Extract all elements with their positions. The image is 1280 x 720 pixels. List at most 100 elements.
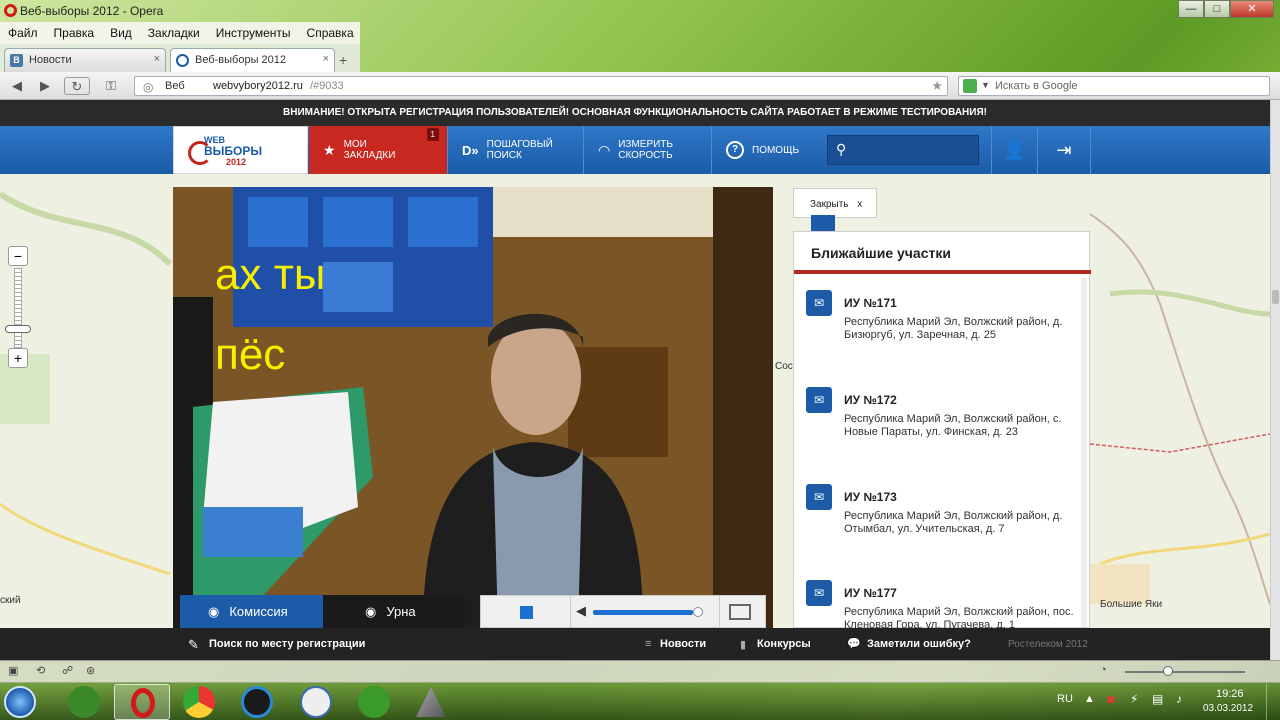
show-desktop-button[interactable] [1266,683,1280,720]
speed-test-button[interactable]: ◠ ИЗМЕРИТЬ СКОРОСТЬ [583,126,711,174]
language-indicator[interactable]: RU [1057,693,1073,705]
clock-date[interactable]: 03.03.2012 [1203,703,1253,714]
menu-file[interactable]: Файл [0,26,46,40]
tab-news[interactable]: B Новости × [4,48,166,72]
panel-title-underline [794,270,1091,274]
new-tab-icon[interactable]: + [339,52,347,68]
start-button-icon[interactable] [4,686,36,718]
view-icon[interactable]: ◔ [1100,664,1107,676]
web-page: ский Большие Яки Сос − + ВНИМАНИЕ! ОТКРЫ… [0,100,1270,660]
close-panel-button[interactable]: Закрыть x [793,188,877,218]
caption-line-2: пёс [215,330,286,379]
url-text: webvybory2012.ru [213,80,303,92]
close-icon: x [857,199,863,210]
camera-video[interactable]: ах ты пёс ◉ Комиссия ◉ Урна ◀ [173,187,773,628]
site-search-input[interactable]: ⚲ [827,135,979,165]
address-mode: Веб [165,80,185,92]
news-link[interactable]: Новости [660,638,706,650]
volume-icon[interactable]: ♪ [1176,692,1182,706]
browser-statusbar: ▣ ⟲ ☍ ⊛ ◔ [0,660,1280,682]
forward-icon[interactable]: ▶ [32,77,58,95]
zoom-slider-track[interactable] [14,268,22,348]
url-hash: /#9033 [310,80,344,92]
zoom-in-button[interactable]: + [8,348,28,368]
volume-icon[interactable]: ◀ [576,603,586,619]
opera-taskbar-button[interactable] [114,684,170,720]
football-app-icon[interactable] [68,686,100,718]
page-zoom-slider[interactable] [1125,671,1245,673]
nearby-stations-panel: Ближайшие участки ✉ ИУ №171 Республика М… [793,231,1091,628]
minimize-button[interactable]: — [1178,0,1204,18]
page-zoom-handle[interactable] [1163,666,1173,676]
volume-handle[interactable] [693,607,703,617]
report-error-link[interactable]: Заметили ошибку? [867,638,971,650]
logout-icon[interactable]: ⇥ [1037,126,1091,174]
back-icon[interactable]: ◀ [4,77,30,95]
chevron-up-icon[interactable]: ▲ [1084,693,1095,705]
close-tab-icon[interactable]: × [154,53,160,65]
chrome-icon[interactable] [183,686,215,718]
fullscreen-icon[interactable] [729,604,751,620]
app-icon[interactable] [241,686,273,718]
page-scrollbar[interactable] [1270,100,1280,660]
bookmarks-count-badge: 1 [426,128,439,141]
volume-slider[interactable] [593,610,693,615]
search-field[interactable]: ▼ Искать в Google [958,76,1270,96]
menu-tools[interactable]: Инструменты [208,26,299,40]
window-titlebar: Веб-выборы 2012 - Opera — □ ✕ [0,0,1280,22]
help-button[interactable]: ? ПОМОЩЬ [711,126,815,174]
sync-icon[interactable]: ⟲ [36,664,45,677]
pencil-icon: ✎ [188,637,199,652]
menu-bookmarks[interactable]: Закладки [140,26,208,40]
search-placeholder: Искать в Google [995,80,1078,92]
site-favicon-icon [176,54,189,67]
maximize-button[interactable]: □ [1204,0,1230,18]
close-tab-icon[interactable]: × [323,53,329,65]
ballot-box-icon: ✉ [806,580,832,606]
caption-line-1: ах ты [215,250,326,299]
stop-icon[interactable] [520,606,533,619]
close-window-button[interactable]: ✕ [1230,0,1274,18]
menu-help[interactable]: Справка [299,26,362,40]
panel-toggle-icon[interactable]: ▣ [8,664,18,677]
tab-web-elections[interactable]: Веб-выборы 2012 × [170,48,335,72]
my-bookmarks-button[interactable]: ★ МОИ ЗАКЛАДКИ 1 [309,126,447,174]
reload-icon[interactable]: ↻ [64,77,90,95]
unite-icon[interactable]: ☍ [62,664,73,677]
contests-link[interactable]: Конкурсы [757,638,811,650]
search-registration-link[interactable]: Поиск по месту регистрации [209,638,365,650]
list-icon: ≡ [645,638,652,650]
user-icon[interactable]: 👤 [991,126,1037,174]
station-item[interactable]: ✉ ИУ №177 Республика Марий Эл, Волжский … [806,580,1076,628]
scrollbar-thumb[interactable] [1272,290,1279,304]
panel-scrollbar[interactable] [1081,278,1087,627]
menu-bar: Файл Правка Вид Закладки Инструменты Спр… [0,22,360,44]
network-error-icon[interactable]: ✖ [1106,693,1116,707]
power-icon[interactable]: ⚡ [1130,692,1138,706]
address-field[interactable]: ◎ Веб webvybory2012.ru /#9033 ★ [134,76,948,96]
camera-icon: ◉ [365,603,377,619]
zoom-out-button[interactable]: − [8,246,28,266]
network-icon[interactable]: ▤ [1152,692,1163,706]
menu-view[interactable]: Вид [102,26,140,40]
star-icon[interactable]: ★ [931,78,943,94]
site-logo[interactable]: WEB ВЫБОРЫ 2012 [173,126,308,174]
ballot-marker-icon [811,215,835,231]
utorrent-icon[interactable] [358,686,390,718]
menu-edit[interactable]: Правка [46,26,103,40]
turbo-icon[interactable]: ⊛ [86,664,95,677]
tab-label: Веб-выборы 2012 [195,54,287,66]
commission-camera-tab[interactable]: ◉ Комиссия [180,595,323,628]
ballot-box-icon: ✉ [806,484,832,510]
window-title: Веб-выборы 2012 - Opera [20,4,164,18]
step-search-button[interactable]: D» ПОШАГОВЫЙ ПОИСК [447,126,583,174]
urn-camera-tab[interactable]: ◉ Урна [323,595,465,628]
skype-icon[interactable] [300,686,332,718]
site-footer-bar: ✎ Поиск по месту регистрации ≡ Новости ▮… [0,628,1270,660]
clock-time[interactable]: 19:26 [1216,688,1244,700]
station-address: Республика Марий Эл, Волжский район, с. … [844,413,1062,438]
registration-notice: ВНИМАНИЕ! ОТКРЫТА РЕГИСТРАЦИЯ ПОЛЬЗОВАТЕ… [0,100,1270,126]
zoom-slider-handle[interactable] [5,325,31,333]
key-icon[interactable]: ⚿ [98,77,124,95]
aimp-icon[interactable] [416,687,446,717]
